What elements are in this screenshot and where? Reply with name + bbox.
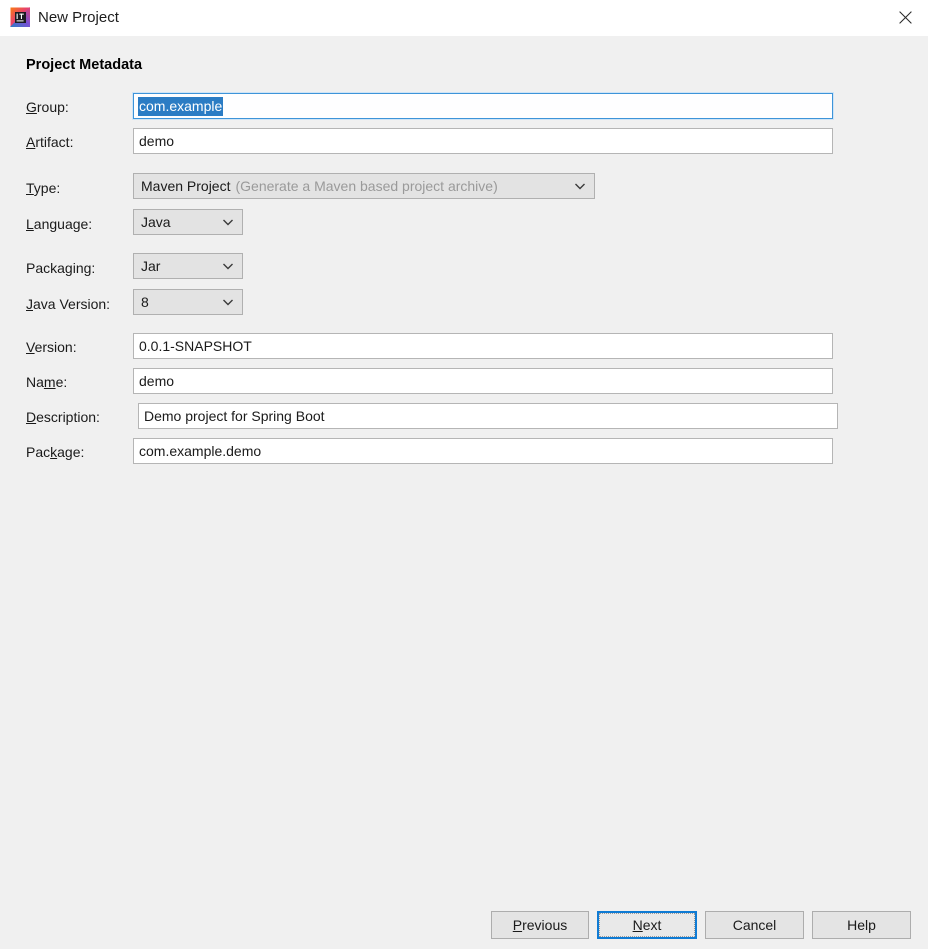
intellij-idea-icon xyxy=(10,7,30,27)
version-input-value: 0.0.1-SNAPSHOT xyxy=(139,338,252,354)
packaging-combobox[interactable]: Jar xyxy=(133,253,243,279)
language-combobox[interactable]: Java xyxy=(133,209,243,235)
artifact-input-value: demo xyxy=(139,133,175,149)
page-title: Project Metadata xyxy=(26,57,143,73)
package-input-value: com.example.demo xyxy=(139,443,262,459)
name-input[interactable]: demo xyxy=(133,368,833,394)
chevron-down-icon xyxy=(222,260,234,272)
artifact-input[interactable]: demo xyxy=(133,128,833,154)
help-button[interactable]: Help xyxy=(812,911,911,939)
java-version-label: Java Version: xyxy=(26,296,111,312)
language-combobox-value: Java xyxy=(141,214,171,230)
next-button[interactable]: Next xyxy=(597,911,697,939)
packaging-combobox-value: Jar xyxy=(141,258,161,274)
type-combobox-value: Maven Project xyxy=(141,178,231,194)
packaging-label: Packaging: xyxy=(26,260,96,276)
dialog-content: Project Metadata Group: com.example Arti… xyxy=(0,36,928,949)
type-label: Type: xyxy=(26,180,61,196)
java-version-combobox[interactable]: 8 xyxy=(133,289,243,315)
chevron-down-icon xyxy=(222,216,234,228)
chevron-down-icon xyxy=(222,296,234,308)
window-titlebar: New Project xyxy=(0,0,928,36)
previous-button[interactable]: Previous xyxy=(491,911,589,939)
type-combobox-hint: (Generate a Maven based project archive) xyxy=(235,178,498,194)
java-version-combobox-value: 8 xyxy=(141,294,149,310)
chevron-down-icon xyxy=(574,180,586,192)
description-label: Description: xyxy=(26,409,100,425)
language-label: Language: xyxy=(26,216,93,232)
window-title: New Project xyxy=(38,9,119,26)
package-label: Package: xyxy=(26,444,85,460)
previous-button-label: Previous xyxy=(512,917,568,933)
next-button-label: Next xyxy=(599,913,695,937)
name-input-value: demo xyxy=(139,373,175,389)
group-input-value: com.example xyxy=(138,96,224,116)
group-input[interactable]: com.example xyxy=(132,92,834,120)
dialog-button-bar: Previous Next Cancel Help xyxy=(0,911,928,949)
cancel-button-label: Cancel xyxy=(732,917,777,933)
group-label: Group: xyxy=(26,99,69,115)
type-combobox[interactable]: Maven Project (Generate a Maven based pr… xyxy=(133,173,595,199)
description-input-value: Demo project for Spring Boot xyxy=(144,408,325,424)
cancel-button[interactable]: Cancel xyxy=(705,911,804,939)
artifact-label: Artifact: xyxy=(26,134,74,150)
close-icon[interactable] xyxy=(882,0,928,34)
package-input[interactable]: com.example.demo xyxy=(133,438,833,464)
version-input[interactable]: 0.0.1-SNAPSHOT xyxy=(133,333,833,359)
name-label: Name: xyxy=(26,374,68,390)
description-input[interactable]: Demo project for Spring Boot xyxy=(138,403,838,429)
help-button-label: Help xyxy=(847,917,876,933)
version-label: Version: xyxy=(26,339,77,355)
